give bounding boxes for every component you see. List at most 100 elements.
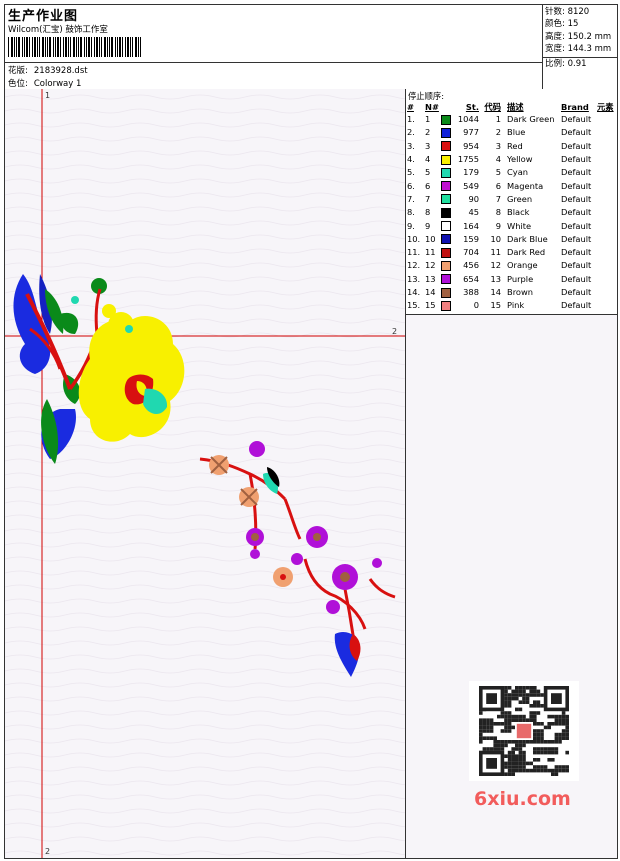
table-row: 9. 9 164 9 White Default — [406, 219, 617, 232]
design-canvas: 1 2 2 — [5, 89, 405, 858]
cell-brand: Default — [561, 140, 592, 151]
stat-width: 宽度: 144.3 mm — [545, 43, 612, 54]
cell-idx: 11. — [407, 247, 421, 258]
color-swatch — [441, 260, 451, 271]
cell-idx: 4. — [407, 154, 415, 165]
cell-idx: 8. — [407, 207, 415, 218]
cell-st: 45 — [468, 207, 479, 218]
color-swatch — [441, 207, 451, 218]
design-stats: 针数: 8120 颜色: 15 高度: 150.2 mm 宽度: 144.3 m… — [542, 5, 617, 89]
colorway-value: Colorway 1 — [33, 79, 82, 89]
stop-sequence-box: 停止顺序: # N# St. 代码 描述 Brand 元素 1. 1 1044 1 Da… — [406, 89, 617, 315]
table-row: 5. 5 179 5 Cyan Default — [406, 166, 617, 179]
cell-idx: 9. — [407, 220, 415, 231]
cell-desc: Yellow — [507, 154, 533, 165]
table-row: 11. 11 704 11 Dark Red Default — [406, 246, 617, 259]
cell-desc: Pink — [507, 300, 525, 311]
color-swatch — [441, 221, 451, 232]
color-swatch — [441, 287, 451, 298]
cell-code: 13 — [490, 273, 501, 284]
table-row: 15. 15 0 15 Pink Default — [406, 299, 617, 312]
table-row: 6. 6 549 6 Magenta Default — [406, 179, 617, 192]
cell-n: 4 — [425, 154, 431, 165]
cell-code: 1 — [495, 114, 501, 125]
cell-idx: 5. — [407, 167, 415, 178]
color-swatch — [441, 114, 451, 125]
cell-desc: Cyan — [507, 167, 529, 178]
cell-st: 549 — [463, 180, 479, 191]
cell-n: 12 — [425, 260, 436, 271]
cell-desc: Red — [507, 140, 523, 151]
embroidery-preview — [5, 89, 405, 858]
cell-brand: Default — [561, 167, 592, 178]
table-row: 7. 7 90 7 Green Default — [406, 193, 617, 206]
cell-brand: Default — [561, 180, 592, 191]
color-swatch — [441, 141, 451, 152]
cell-code: 9 — [495, 220, 501, 231]
cell-code: 7 — [495, 193, 501, 204]
cell-st: 90 — [468, 193, 479, 204]
cell-brand: Default — [561, 193, 592, 204]
cell-brand: Default — [561, 114, 592, 125]
qr-code-icon — [469, 681, 579, 781]
stat-scale: 比例: 0.91 — [545, 59, 587, 70]
cell-n: 13 — [425, 273, 436, 284]
cell-code: 5 — [495, 167, 501, 178]
table-row: 13. 13 654 13 Purple Default — [406, 273, 617, 286]
cell-n: 1 — [425, 114, 431, 125]
color-swatch — [441, 154, 451, 165]
cell-n: 6 — [425, 180, 431, 191]
stop-sequence-table: # N# St. 代码 描述 Brand 元素 1. 1 1044 1 Dark Gre… — [406, 101, 617, 312]
sheet-title: 生产作业图 — [8, 9, 79, 24]
cell-n: 15 — [425, 300, 436, 311]
cell-desc: Dark Red — [507, 247, 546, 258]
cell-brand: Default — [561, 127, 592, 138]
cell-idx: 15. — [407, 300, 421, 311]
company-name: Wilcom(汇宝) 鼓饰工作室 — [8, 25, 108, 35]
table-row: 4. 4 1755 4 Yellow Default — [406, 153, 617, 166]
cell-n: 14 — [425, 287, 436, 297]
sheet-header: 生产作业图 Wilcom(汇宝) 鼓饰工作室 花版: 2183928.dst 色位… — [5, 5, 617, 90]
color-swatch — [441, 247, 451, 258]
cell-n: 7 — [425, 193, 431, 204]
cell-brand: Default — [561, 260, 592, 271]
cell-desc: Black — [507, 207, 530, 218]
cell-desc: Green — [507, 193, 533, 204]
cell-n: 10 — [425, 233, 436, 244]
color-swatch — [441, 234, 451, 245]
stat-colors: 颜色: 15 — [545, 19, 579, 30]
header-info: 生产作业图 Wilcom(汇宝) 鼓饰工作室 花版: 2183928.dst 色位… — [5, 5, 542, 89]
cell-code: 11 — [490, 247, 501, 258]
cell-brand: Default — [561, 207, 592, 218]
design-file: 花版: 2183928.dst — [8, 66, 88, 76]
cell-brand: Default — [561, 233, 592, 244]
cell-desc: Dark Green — [507, 114, 555, 125]
cell-code: 2 — [495, 127, 501, 138]
cell-st: 164 — [463, 220, 479, 231]
cell-idx: 2. — [407, 127, 415, 138]
cell-desc: Orange — [507, 260, 538, 271]
cell-st: 977 — [463, 127, 479, 138]
cell-idx: 12. — [407, 260, 421, 271]
cell-code: 4 — [495, 154, 501, 165]
cell-code: 14 — [490, 287, 501, 297]
table-row: 3. 3 954 3 Red Default — [406, 140, 617, 153]
cell-st: 954 — [463, 140, 479, 151]
cell-brand: Default — [561, 154, 592, 165]
color-swatch — [441, 181, 451, 192]
color-swatch — [441, 167, 451, 178]
cell-code: 8 — [495, 207, 501, 218]
stat-stitches: 针数: 8120 — [545, 7, 590, 17]
cell-n: 5 — [425, 167, 431, 178]
table-row: 1. 1 1044 1 Dark Green Default — [406, 113, 617, 126]
table-row: 8. 8 45 8 Black Default — [406, 206, 617, 219]
cell-idx: 6. — [407, 180, 415, 191]
table-row: 2. 2 977 2 Blue Default — [406, 126, 617, 139]
cell-brand: Default — [561, 287, 592, 297]
table-row: 12. 12 456 12 Orange Default — [406, 259, 617, 272]
cell-n: 11 — [425, 247, 436, 258]
color-swatch — [441, 127, 451, 138]
cell-n: 2 — [425, 127, 431, 138]
cell-code: 6 — [495, 180, 501, 191]
table-row: 10. 10 159 10 Dark Blue Default — [406, 233, 617, 246]
